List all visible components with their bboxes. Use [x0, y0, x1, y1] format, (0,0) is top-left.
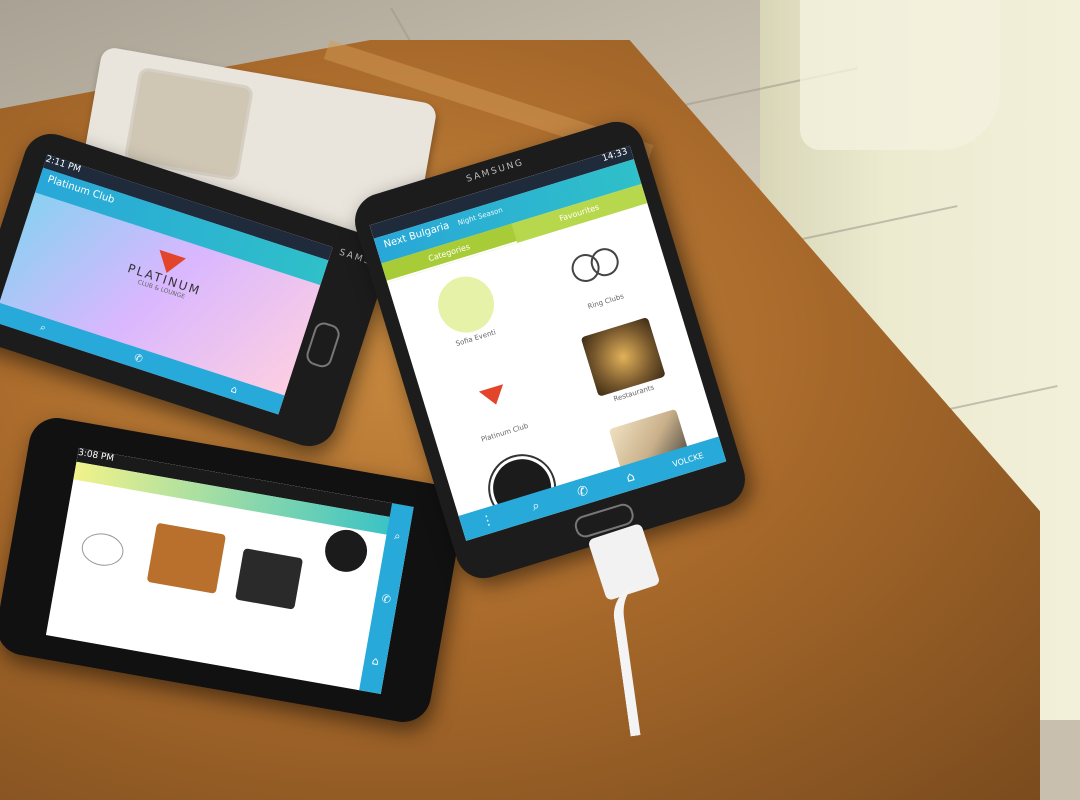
bottom-label: VOLCKE — [671, 450, 705, 469]
bottom-nav: ⌕ ✆ ⌂ — [359, 503, 414, 695]
home-icon[interactable]: ⌂ — [371, 654, 380, 668]
phone-left-bottom-screen: 3:08 PM ⌕ ✆ ⌂ — [45, 447, 414, 695]
home-button[interactable] — [303, 319, 343, 370]
search-icon[interactable]: ⌕ — [393, 529, 401, 544]
rings-icon — [552, 225, 637, 305]
phone-icon[interactable]: ✆ — [133, 352, 144, 365]
bar-photo[interactable] — [234, 548, 304, 610]
food-photo[interactable] — [146, 522, 227, 594]
search-icon[interactable]: ⌕ — [39, 321, 48, 333]
home-icon[interactable]: ⌂ — [624, 469, 636, 486]
rings-icon[interactable] — [79, 530, 127, 569]
phone-icon[interactable]: ✆ — [381, 592, 392, 606]
menu-icon[interactable]: ⋮ — [479, 512, 496, 530]
search-icon[interactable]: ⌕ — [530, 498, 541, 514]
home-icon[interactable]: ⌂ — [229, 383, 238, 395]
phone-icon[interactable]: ✆ — [575, 483, 590, 501]
club-logo-icon[interactable] — [321, 526, 371, 576]
status-time: 3:08 PM — [77, 447, 115, 465]
curtain — [800, 0, 1000, 150]
